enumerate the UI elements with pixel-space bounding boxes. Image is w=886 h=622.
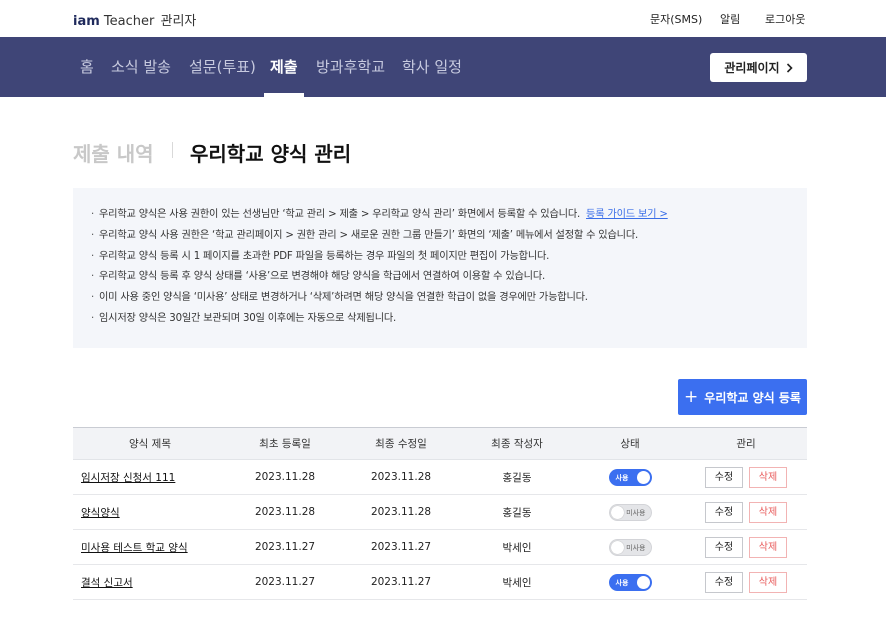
forms-table: 양식 제목 최초 등록일 최종 수정일 최종 작성자 상태 관리 임시저장 신청… (73, 427, 807, 600)
created-date: 2023.11.27 (227, 529, 343, 565)
header-created: 최초 등록일 (227, 427, 343, 460)
table-row: 임시저장 신청서 111 2023.11.28 2023.11.28 홍길동 사… (73, 459, 807, 495)
edit-button[interactable]: 수정 (705, 501, 743, 523)
status-toggle[interactable]: 미사용 (608, 503, 652, 521)
table-header-row: 양식 제목 최초 등록일 최종 수정일 최종 작성자 상태 관리 (73, 427, 807, 460)
plus-icon: + (684, 386, 699, 407)
notice-item: · 우리학교 양식 사용 권한은 ‘학교 관리페이지 > 권한 관리 > 새로운 … (91, 229, 639, 241)
header-title: 양식 제목 (73, 427, 227, 460)
form-title-link[interactable]: 임시저장 신청서 111 (81, 472, 175, 484)
header-modified: 최종 수정일 (343, 427, 459, 460)
table-row: 결석 신고서 2023.11.27 2023.11.27 박세인 사용 수정 삭제 (73, 564, 807, 600)
nav-item-survey[interactable]: 설문(투표) (189, 56, 256, 77)
delete-button[interactable]: 삭제 (749, 466, 787, 488)
nav-item-home[interactable]: 홈 (80, 56, 94, 77)
edit-button[interactable]: 수정 (705, 466, 743, 488)
status-toggle[interactable]: 사용 (608, 468, 652, 486)
title-divider (172, 142, 173, 158)
logout-link[interactable]: 로그아웃 (765, 11, 805, 27)
created-date: 2023.11.28 (227, 459, 343, 495)
header-status: 상태 (575, 427, 685, 460)
admin-page-button-label: 관리페이지 (724, 61, 780, 75)
notice-item: · 임시저장 양식은 30일간 보관되며 30일 이후에는 자동으로 삭제됩니다. (91, 312, 397, 324)
modified-date: 2023.11.28 (343, 494, 459, 530)
main-nav: 홈 소식 발송 설문(투표) 제출 방과후학교 학사 일정 관리페이지 (0, 37, 886, 97)
notice-item: · 우리학교 양식 등록 시 1 페이지를 초과한 PDF 파일을 등록하는 경우… (91, 250, 550, 262)
chevron-right-icon (786, 62, 793, 73)
header-author: 최종 작성자 (459, 427, 575, 460)
notice-list: · 우리학교 양식은 사용 권한이 있는 선생님만 ‘학교 관리 > 제출 > 우… (91, 208, 668, 333)
logo-iam: iam (73, 14, 100, 29)
notice-item: · 우리학교 양식은 사용 권한이 있는 선생님만 ‘학교 관리 > 제출 > 우… (91, 209, 668, 220)
logo-admin: 관리자 (160, 14, 197, 29)
author: 홍길동 (459, 494, 575, 530)
register-form-button-label: 우리학교 양식 등록 (704, 390, 801, 405)
top-bar: iam Teacher 관리자 문자(SMS) 알림 로그아웃 (0, 0, 886, 37)
nav-item-schedule[interactable]: 학사 일정 (402, 56, 462, 77)
section-title[interactable]: 제출 내역 (73, 138, 154, 167)
modified-date: 2023.11.27 (343, 529, 459, 565)
notice-box: · 우리학교 양식은 사용 권한이 있는 선생님만 ‘학교 관리 > 제출 > 우… (73, 188, 807, 348)
created-date: 2023.11.28 (227, 494, 343, 530)
edit-button[interactable]: 수정 (705, 571, 743, 593)
edit-button[interactable]: 수정 (705, 536, 743, 558)
guide-link[interactable]: 등록 가이드 보기 > (586, 209, 668, 220)
admin-page-button[interactable]: 관리페이지 (710, 53, 807, 82)
logo-teacher: Teacher (103, 14, 155, 29)
header-manage: 관리 (685, 427, 807, 460)
notification-link[interactable]: 알림 (720, 11, 740, 27)
status-toggle[interactable]: 미사용 (608, 538, 652, 556)
nav-active-indicator (264, 93, 304, 97)
notice-item: · 이미 사용 중인 양식을 ‘미사용’ 상태로 변경하거나 ‘삭제’하려면 해당… (91, 292, 588, 304)
nav-item-afterschool[interactable]: 방과후학교 (316, 56, 385, 77)
author: 박세인 (459, 564, 575, 600)
delete-button[interactable]: 삭제 (749, 536, 787, 558)
delete-button[interactable]: 삭제 (749, 571, 787, 593)
modified-date: 2023.11.27 (343, 564, 459, 600)
form-title-link[interactable]: 미사용 테스트 학교 양식 (81, 542, 188, 554)
notice-item: · 우리학교 양식 등록 후 양식 상태를 ‘사용’으로 변경해야 해당 양식을 … (91, 271, 546, 283)
table-row: 미사용 테스트 학교 양식 2023.11.27 2023.11.27 박세인 … (73, 529, 807, 565)
created-date: 2023.11.27 (227, 564, 343, 600)
sms-link[interactable]: 문자(SMS) (650, 11, 702, 27)
page-title: 우리학교 양식 관리 (190, 142, 352, 166)
status-toggle[interactable]: 사용 (608, 573, 652, 591)
author: 홍길동 (459, 459, 575, 495)
nav-item-news[interactable]: 소식 발송 (111, 56, 171, 77)
form-title-link[interactable]: 결석 신고서 (81, 577, 133, 589)
table-row: 양식양식 2023.11.28 2023.11.28 홍길동 미사용 수정 삭제 (73, 494, 807, 530)
register-form-button[interactable]: + 우리학교 양식 등록 (678, 379, 807, 415)
nav-item-submission[interactable]: 제출 (270, 56, 298, 77)
delete-button[interactable]: 삭제 (749, 501, 787, 523)
logo[interactable]: iam Teacher 관리자 (73, 10, 196, 29)
form-title-link[interactable]: 양식양식 (81, 507, 120, 519)
modified-date: 2023.11.28 (343, 459, 459, 495)
author: 박세인 (459, 529, 575, 565)
